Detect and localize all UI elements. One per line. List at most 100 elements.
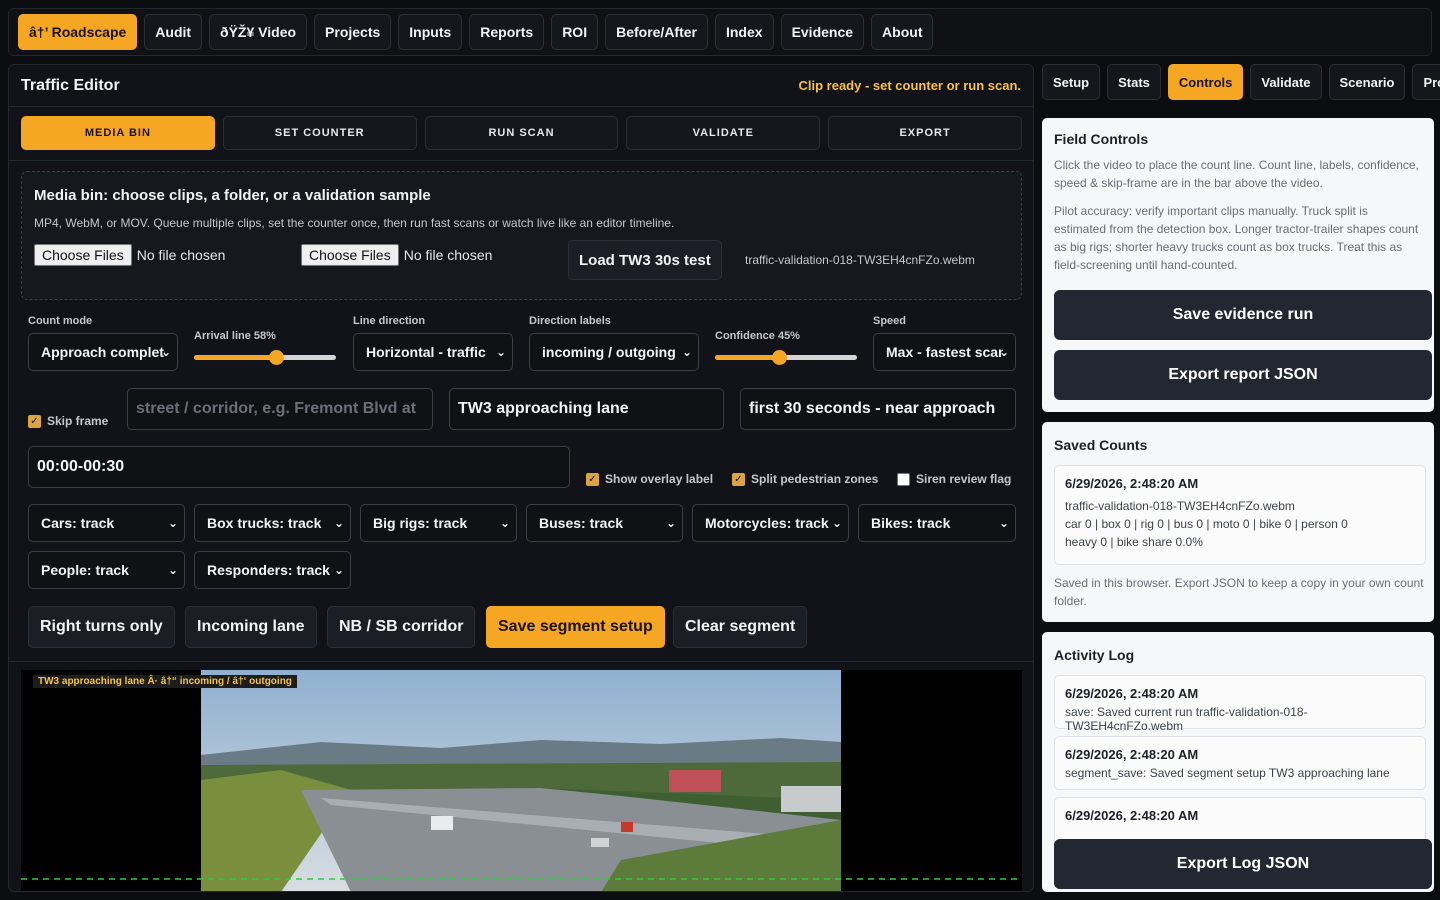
nav-about[interactable]: About bbox=[871, 14, 934, 50]
chevron-down-icon: ⌄ bbox=[167, 563, 178, 577]
chevron-down-icon: ⌄ bbox=[681, 345, 692, 359]
class-select-value: Box trucks: track bbox=[207, 515, 322, 531]
show-overlay-text: Show overlay label bbox=[605, 472, 714, 486]
log-text: save: Saved current run traffic-validati… bbox=[1065, 705, 1308, 733]
street-input[interactable]: street / corridor, e.g. Fremont Blvd at bbox=[127, 388, 433, 430]
arrival-line-slider[interactable] bbox=[194, 349, 336, 365]
save-segment-button[interactable]: Save segment setup bbox=[486, 606, 665, 648]
step-export[interactable]: EXPORT bbox=[828, 116, 1022, 150]
count-mode-label: Count mode bbox=[28, 315, 93, 327]
right-panel: Setup Stats Controls Validate Scenario P… bbox=[1042, 64, 1440, 900]
nav-projects[interactable]: Projects bbox=[314, 14, 392, 50]
tab-validate[interactable]: Validate bbox=[1250, 64, 1322, 100]
nav-index[interactable]: Index bbox=[714, 14, 774, 50]
checkmark-icon: ✓ bbox=[28, 414, 41, 428]
split-pedestrian-text: Split pedestrian zones bbox=[751, 472, 879, 486]
class-select-bikes[interactable]: Bikes: track ⌄ bbox=[858, 504, 1016, 542]
class-select-value: Motorcycles: track bbox=[705, 515, 829, 531]
time-range-input[interactable]: 00:00-00:30 bbox=[28, 446, 570, 488]
loaded-file-name: traffic-validation-018-TW3EH4cnFZo.webm bbox=[745, 253, 975, 267]
choose-clips-button[interactable]: Choose Files bbox=[34, 244, 132, 266]
saved-counts-title: Saved Counts bbox=[1054, 437, 1148, 453]
pilot-accuracy-note: Pilot accuracy: verify important clips m… bbox=[1054, 204, 1419, 272]
nav-roadscape[interactable]: â†’ Roadscape bbox=[18, 14, 138, 50]
speed-select[interactable]: Max - fastest scan ⌄ bbox=[873, 333, 1016, 371]
divider bbox=[9, 160, 1033, 161]
export-report-button[interactable]: Export report JSON bbox=[1054, 350, 1432, 400]
chevron-down-icon: ⌄ bbox=[495, 345, 506, 359]
log-entry: 6/29/2026, 2:48:20 AM segment_save: Save… bbox=[1054, 736, 1426, 790]
log-timestamp: 6/29/2026, 2:48:20 AM bbox=[1065, 808, 1199, 823]
log-entry: 6/29/2026, 2:48:20 AM save: Saved curren… bbox=[1054, 675, 1426, 733]
nav-audit[interactable]: Audit bbox=[144, 14, 203, 50]
media-bin: Media bin: choose clips, a folder, or a … bbox=[21, 171, 1022, 300]
class-select-value: Bikes: track bbox=[871, 515, 951, 531]
editor-header: Traffic Editor Clip ready - set counter … bbox=[9, 65, 1033, 107]
workflow-steps: MEDIA BIN SET COUNTER RUN SCAN VALIDATE … bbox=[21, 116, 1022, 150]
class-select-buses[interactable]: Buses: track ⌄ bbox=[526, 504, 683, 542]
entry-file: traffic-validation-018-TW3EH4cnFZo.webm bbox=[1065, 499, 1295, 513]
folder-file-status: No file chosen bbox=[403, 247, 493, 263]
clear-segment-button[interactable]: Clear segment bbox=[673, 606, 808, 648]
class-select-value: Cars: track bbox=[41, 515, 115, 531]
media-bin-heading: Media bin: choose clips, a folder, or a … bbox=[34, 187, 431, 204]
step-validate[interactable]: VALIDATE bbox=[626, 116, 821, 150]
saved-counts-card: Saved Counts 6/29/2026, 2:48:20 AM traff… bbox=[1042, 422, 1434, 622]
saved-count-entry[interactable]: 6/29/2026, 2:48:20 AM traffic-validation… bbox=[1054, 465, 1426, 565]
nav-before-after[interactable]: Before/After bbox=[605, 14, 708, 50]
corridor-button[interactable]: NB / SB corridor bbox=[327, 606, 476, 648]
class-select-big-rigs[interactable]: Big rigs: track ⌄ bbox=[360, 504, 517, 542]
show-overlay-checkbox[interactable]: ✓ Show overlay label bbox=[586, 472, 713, 486]
chevron-down-icon: ⌄ bbox=[998, 516, 1009, 530]
class-select-cars[interactable]: Cars: track ⌄ bbox=[28, 504, 185, 542]
lane-input[interactable]: TW3 approaching lane bbox=[449, 388, 724, 430]
tab-scenario[interactable]: Scenario bbox=[1328, 64, 1406, 100]
confidence-slider[interactable] bbox=[715, 349, 857, 365]
class-select-motorcycles[interactable]: Motorcycles: track ⌄ bbox=[692, 504, 849, 542]
tab-projects[interactable]: Projects bbox=[1412, 64, 1440, 100]
right-turns-button[interactable]: Right turns only bbox=[28, 606, 175, 648]
nav-roi[interactable]: ROI bbox=[551, 14, 599, 50]
traffic-editor-panel: Traffic Editor Clip ready - set counter … bbox=[8, 64, 1034, 892]
video-frame bbox=[21, 670, 1022, 891]
save-evidence-button[interactable]: Save evidence run bbox=[1054, 290, 1432, 340]
clip-file-picker: Choose Files No file chosen bbox=[34, 244, 225, 266]
slider-thumb[interactable] bbox=[772, 350, 787, 365]
class-select-value: People: track bbox=[41, 562, 129, 578]
confidence-label: Confidence 45% bbox=[715, 330, 800, 342]
slider-thumb[interactable] bbox=[269, 350, 284, 365]
nav-evidence[interactable]: Evidence bbox=[780, 14, 865, 50]
line-direction-select[interactable]: Horizontal - traffic ⌄ bbox=[353, 333, 513, 371]
split-pedestrian-checkbox[interactable]: ✓ Split pedestrian zones bbox=[732, 472, 878, 486]
class-select-people[interactable]: People: track ⌄ bbox=[28, 551, 185, 589]
right-tabs: Setup Stats Controls Validate Scenario P… bbox=[1042, 64, 1440, 100]
step-set-counter[interactable]: SET COUNTER bbox=[222, 116, 417, 150]
top-nav: â†’ Roadscape Audit ðŸŽ¥ Video Projects … bbox=[8, 8, 1432, 56]
count-mode-select[interactable]: Approach complete ⌄ bbox=[28, 333, 178, 371]
class-select-value: Buses: track bbox=[539, 515, 624, 531]
entry-timestamp: 6/29/2026, 2:48:20 AM bbox=[1065, 476, 1199, 491]
nav-reports[interactable]: Reports bbox=[469, 14, 545, 50]
load-sample-button[interactable]: Load TW3 30s test bbox=[568, 240, 722, 280]
direction-labels-select[interactable]: incoming / outgoing ⌄ bbox=[529, 333, 699, 371]
nav-video[interactable]: ðŸŽ¥ Video bbox=[209, 14, 308, 50]
nav-inputs[interactable]: Inputs bbox=[398, 14, 463, 50]
step-media-bin[interactable]: MEDIA BIN bbox=[21, 116, 215, 150]
field-controls-help: Click the video to place the count line.… bbox=[1054, 158, 1419, 190]
export-log-button[interactable]: Export Log JSON bbox=[1054, 839, 1432, 889]
step-run-scan[interactable]: RUN SCAN bbox=[424, 116, 619, 150]
video-canvas[interactable]: TW3 approaching lane Â· â†“ incoming / â… bbox=[21, 670, 1022, 891]
chevron-down-icon: ⌄ bbox=[499, 516, 510, 530]
skip-frame-checkbox[interactable]: ✓ Skip frame bbox=[28, 414, 108, 428]
incoming-lane-button[interactable]: Incoming lane bbox=[185, 606, 317, 648]
siren-review-checkbox[interactable]: Siren review flag bbox=[897, 472, 1011, 486]
tab-setup[interactable]: Setup bbox=[1042, 64, 1101, 100]
class-select-box-trucks[interactable]: Box trucks: track ⌄ bbox=[194, 504, 351, 542]
tab-controls[interactable]: Controls bbox=[1167, 64, 1244, 100]
slider-fill bbox=[194, 355, 276, 360]
choose-folder-button[interactable]: Choose Files bbox=[301, 244, 399, 266]
window-input[interactable]: first 30 seconds - near approach bbox=[740, 388, 1016, 430]
tab-stats[interactable]: Stats bbox=[1107, 64, 1161, 100]
class-select-responders[interactable]: Responders: track ⌄ bbox=[194, 551, 351, 589]
folder-file-picker: Choose Files No file chosen bbox=[301, 244, 492, 266]
